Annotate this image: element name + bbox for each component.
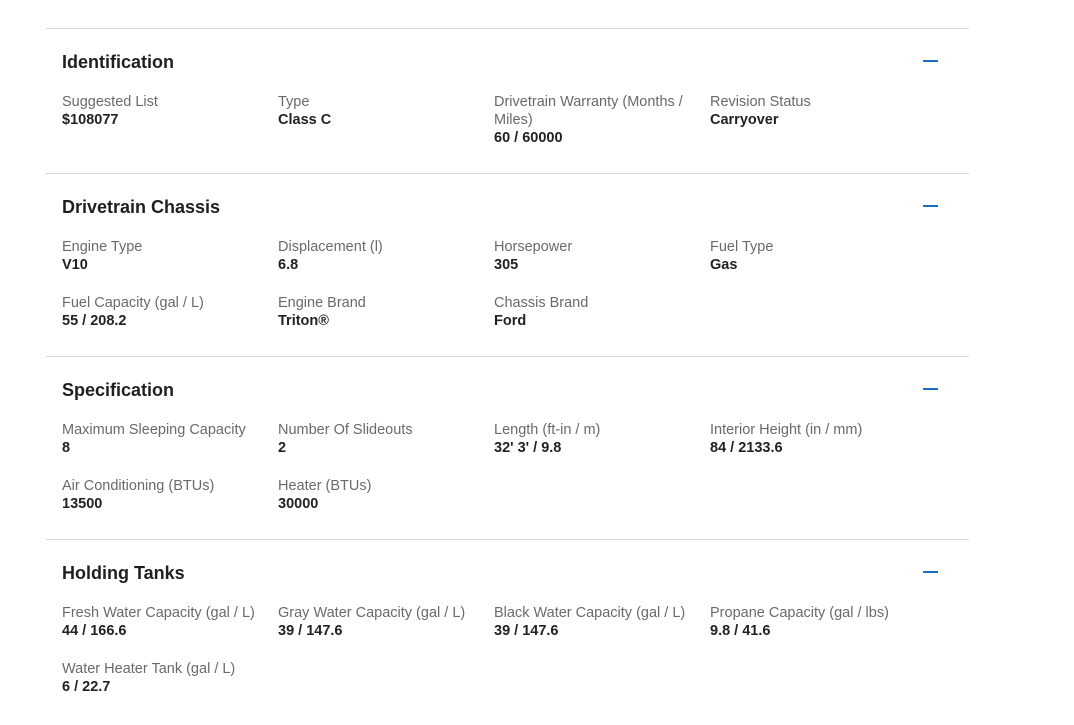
field: Black Water Capacity (gal / L) 39 / 147.… — [494, 604, 710, 640]
field-value: 84 / 2133.6 — [710, 440, 783, 456]
field-value: Triton® — [278, 313, 329, 329]
field-value: Carryover — [710, 112, 779, 128]
minus-icon[interactable] — [923, 380, 939, 396]
field: Number Of Slideouts 2 — [278, 421, 494, 457]
field-label: Suggested List — [62, 94, 158, 110]
field-label: Chassis Brand — [494, 295, 589, 311]
field: Fresh Water Capacity (gal / L) 44 / 166.… — [62, 604, 278, 640]
field-label: Number Of Slideouts — [278, 422, 413, 438]
field-label: Black Water Capacity (gal / L) — [494, 605, 686, 621]
field-value: 55 / 208.2 — [62, 313, 127, 329]
field-value: Ford — [494, 313, 527, 329]
field-value: 44 / 166.6 — [62, 623, 127, 639]
field: Water Heater Tank (gal / L) 6 / 22.7 — [62, 660, 278, 696]
field-label: Propane Capacity (gal / lbs) — [710, 605, 889, 621]
field: Engine Type V10 — [62, 238, 278, 274]
field-value: 30000 — [278, 496, 319, 512]
section-holding-tanks: Holding Tanks Fresh Water Capacity (gal … — [46, 539, 969, 722]
field-label: Displacement (l) — [278, 239, 383, 255]
minus-icon[interactable] — [923, 197, 939, 213]
section-header[interactable]: Holding Tanks — [46, 540, 969, 604]
field-label: Length (ft-in / m) — [494, 422, 601, 438]
section-title: Specification — [62, 380, 175, 400]
field: Length (ft-in / m) 32' 3' / 9.8 — [494, 421, 710, 457]
minus-icon[interactable] — [923, 563, 939, 579]
field-value: 2 — [278, 440, 287, 456]
section-title: Identification — [62, 52, 174, 72]
field-label: Engine Brand — [278, 295, 366, 311]
field: Air Conditioning (BTUs) 13500 — [62, 477, 278, 513]
field-label: Revision Status — [710, 94, 811, 110]
field-label: Horsepower — [494, 239, 573, 255]
field-value: Gas — [710, 257, 738, 273]
section-header[interactable]: Drivetrain Chassis — [46, 174, 969, 238]
field-value: 32' 3' / 9.8 — [494, 440, 562, 456]
field-label: Engine Type — [62, 239, 143, 255]
field: Interior Height (in / mm) 84 / 2133.6 — [710, 421, 926, 457]
field-value: 9.8 / 41.6 — [710, 623, 771, 639]
section-identification: Identification Suggested List $108077 Ty… — [46, 28, 969, 173]
field-value: $108077 — [62, 112, 119, 128]
field: Suggested List $108077 — [62, 93, 278, 147]
field: Maximum Sleeping Capacity 8 — [62, 421, 278, 457]
field: Type Class C — [278, 93, 494, 147]
field-label: Air Conditioning (BTUs) — [62, 478, 215, 494]
field-value: 6.8 — [278, 257, 299, 273]
field-label: Type — [278, 94, 310, 110]
field: Heater (BTUs) 30000 — [278, 477, 494, 513]
field-value: 13500 — [62, 496, 103, 512]
field: Fuel Type Gas — [710, 238, 926, 274]
field-value: Class C — [278, 112, 332, 128]
field-label: Fuel Capacity (gal / L) — [62, 295, 204, 311]
field-value: 60 / 60000 — [494, 130, 563, 146]
field-label: Maximum Sleeping Capacity — [62, 422, 246, 438]
field-label: Fresh Water Capacity (gal / L) — [62, 605, 255, 621]
section-title: Drivetrain Chassis — [62, 197, 221, 217]
field-label: Fuel Type — [710, 239, 774, 255]
section-title: Holding Tanks — [62, 563, 185, 583]
section-header[interactable]: Identification — [46, 29, 969, 93]
field-grid: Suggested List $108077 Type Class C Driv… — [46, 93, 969, 173]
field: Horsepower 305 — [494, 238, 710, 274]
section-specification: Specification Maximum Sleeping Capacity … — [46, 356, 969, 539]
minus-icon[interactable] — [923, 52, 939, 68]
field-label: Drivetrain Warranty (Months / Miles) — [494, 94, 683, 128]
field-value: 305 — [494, 257, 519, 273]
field: Revision Status Carryover — [710, 93, 926, 147]
field-label: Gray Water Capacity (gal / L) — [278, 605, 466, 621]
field: Engine Brand Triton® — [278, 294, 494, 330]
section-drivetrain-chassis: Drivetrain Chassis Engine Type V10 Displ… — [46, 173, 969, 356]
field-grid: Engine Type V10 Displacement (l) 6.8 Hor… — [46, 238, 969, 356]
specs-accordion: Identification Suggested List $108077 Ty… — [46, 28, 969, 722]
field: Fuel Capacity (gal / L) 55 / 208.2 — [62, 294, 278, 330]
field: Gray Water Capacity (gal / L) 39 / 147.6 — [278, 604, 494, 640]
field: Propane Capacity (gal / lbs) 9.8 / 41.6 — [710, 604, 926, 640]
field-value: 39 / 147.6 — [494, 623, 559, 639]
field-value: 6 / 22.7 — [62, 679, 111, 695]
field-value: V10 — [62, 257, 88, 273]
field: Displacement (l) 6.8 — [278, 238, 494, 274]
field-label: Interior Height (in / mm) — [710, 422, 863, 438]
field-label: Water Heater Tank (gal / L) — [62, 661, 236, 677]
field-grid: Maximum Sleeping Capacity 8 Number Of Sl… — [46, 421, 969, 539]
section-header[interactable]: Specification — [46, 357, 969, 421]
field-value: 8 — [62, 440, 71, 456]
field-grid: Fresh Water Capacity (gal / L) 44 / 166.… — [46, 604, 969, 722]
field-value: 39 / 147.6 — [278, 623, 343, 639]
field-label: Heater (BTUs) — [278, 478, 372, 494]
field: Chassis Brand Ford — [494, 294, 710, 330]
field: Drivetrain Warranty (Months / Miles) 60 … — [494, 93, 710, 147]
